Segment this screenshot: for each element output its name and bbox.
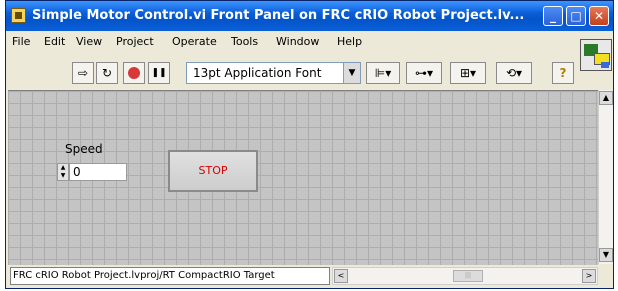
scroll-up-icon[interactable]: ▲ (599, 91, 613, 105)
horizontal-scrollbar[interactable]: < ||| > (332, 267, 598, 285)
menu-bar: File Edit View Project Operate Tools Win… (6, 32, 578, 52)
font-select[interactable]: 13pt Application Font ▼ (186, 62, 361, 84)
vi-icon-shape-c (601, 62, 609, 68)
close-button[interactable]: ✕ (589, 6, 609, 26)
menu-operate[interactable]: Operate (172, 35, 217, 48)
menu-tools[interactable]: Tools (231, 35, 258, 48)
speed-increment-decrement[interactable]: ▲ ▼ (57, 163, 69, 181)
project-context[interactable]: FRC cRIO Robot Project.lvproj/RT Compact… (10, 267, 330, 285)
abort-execution-button[interactable] (123, 62, 145, 84)
status-bar: FRC cRIO Robot Project.lvproj/RT Compact… (8, 265, 613, 287)
menu-help[interactable]: Help (337, 35, 362, 48)
stop-button[interactable]: STOP (168, 150, 258, 192)
pause-icon[interactable]: ❚❚ (148, 62, 170, 84)
labview-window: Simple Motor Control.vi Front Panel on F… (5, 0, 614, 289)
chevron-down-icon[interactable]: ▼ (343, 63, 360, 83)
toolbar: ⇨ ↻ ❚❚ 13pt Application Font ▼ ⊫▾ ⊶▾ ⊞▾ … (6, 53, 578, 85)
scroll-left-icon[interactable]: < (334, 269, 348, 283)
resize-objects-icon[interactable]: ⊞▾ (450, 62, 486, 84)
spin-down-icon[interactable]: ▼ (58, 172, 68, 180)
vi-icon (580, 39, 612, 71)
vertical-scrollbar[interactable]: ▲ ▼ (598, 90, 613, 264)
menu-project[interactable]: Project (116, 35, 154, 48)
menu-edit[interactable]: Edit (44, 35, 65, 48)
thumb-grip: ||| (464, 272, 472, 279)
labview-app-icon (11, 8, 26, 23)
reorder-icon[interactable]: ⟲▾ (496, 62, 532, 84)
title-bar[interactable]: Simple Motor Control.vi Front Panel on F… (6, 1, 613, 31)
scroll-down-icon[interactable]: ▼ (599, 248, 613, 262)
speed-numeric-control[interactable]: 0 (69, 163, 127, 181)
horizontal-scroll-thumb[interactable]: ||| (453, 270, 483, 282)
minimize-button[interactable]: _ (543, 6, 563, 26)
distribute-objects-icon[interactable]: ⊶▾ (406, 62, 442, 84)
menu-window[interactable]: Window (276, 35, 319, 48)
menu-file[interactable]: File (12, 35, 30, 48)
spin-up-icon[interactable]: ▲ (58, 164, 68, 172)
abort-icon (128, 67, 140, 79)
run-arrow-icon[interactable]: ⇨ (72, 62, 94, 84)
align-objects-icon[interactable]: ⊫▾ (366, 62, 400, 84)
font-select-value: 13pt Application Font (193, 66, 322, 80)
run-continuously-icon[interactable]: ↻ (96, 62, 118, 84)
maximize-button[interactable]: □ (566, 6, 586, 26)
speed-label: Speed (65, 142, 103, 156)
context-help-icon[interactable]: ? (552, 62, 574, 84)
scroll-right-icon[interactable]: > (582, 269, 596, 283)
menu-view[interactable]: View (76, 35, 102, 48)
window-title: Simple Motor Control.vi Front Panel on F… (32, 8, 525, 23)
